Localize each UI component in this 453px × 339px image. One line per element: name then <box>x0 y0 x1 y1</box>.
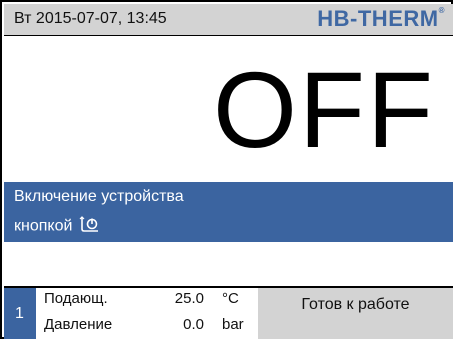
message-line-2: кнопкой <box>14 216 101 237</box>
header-bar: Вт 2015-07-07, 13:45 HB-THERM® <box>4 4 453 36</box>
pressure-label: Давление <box>44 316 113 333</box>
pressure-row: Давление 0.0 bar <box>36 316 258 338</box>
flow-temperature-row: Подающ. 25.0 °C <box>36 290 258 312</box>
pressure-value: 0.0 <box>183 316 204 333</box>
datetime-display: Вт 2015-07-07, 13:45 <box>14 10 167 27</box>
main-display: OFF Включение устройства кнопкой <box>4 36 453 286</box>
flow-temperature-unit: °C <box>222 290 239 307</box>
flow-temperature-label: Подающ. <box>44 290 108 307</box>
ready-status-text: Готов к работе <box>301 296 410 313</box>
brand-logo: HB-THERM® <box>317 6 445 32</box>
registered-mark: ® <box>438 6 445 15</box>
ready-status: Готов к работе <box>258 288 453 339</box>
status-bar: 1 Подающ. 25.0 °C Давление 0.0 bar Готов… <box>4 288 453 339</box>
device-screen: Вт 2015-07-07, 13:45 HB-THERM® OFF Включ… <box>0 0 453 339</box>
message-line-1: Включение устройства <box>14 188 184 205</box>
page-tab[interactable]: 1 <box>4 288 36 339</box>
brand-logo-text: HB-THERM <box>317 6 439 31</box>
values-panel: Подающ. 25.0 °C Давление 0.0 bar <box>36 288 258 339</box>
message-line-2-text: кнопкой <box>14 217 73 235</box>
flow-temperature-value: 25.0 <box>174 290 204 307</box>
info-message-panel[interactable]: Включение устройства кнопкой <box>4 182 453 242</box>
state-display: OFF <box>213 49 435 170</box>
page-tab-number: 1 <box>15 305 24 322</box>
pressure-unit: bar <box>222 316 244 333</box>
power-button-icon <box>79 216 101 237</box>
